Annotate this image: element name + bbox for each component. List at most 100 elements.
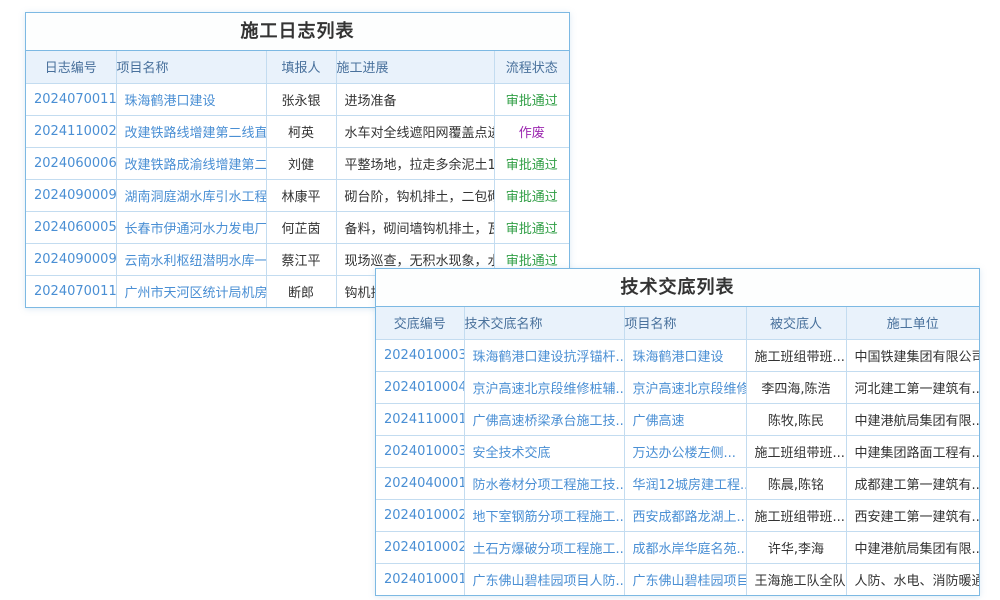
cell: 张永银 bbox=[266, 83, 336, 115]
construction-log-header-row: 日志编号项目名称填报人施工进展流程状态 bbox=[26, 51, 569, 83]
cell: 中建港航局集团有限... bbox=[846, 531, 979, 563]
cell-link[interactable]: 土石方爆破分项工程施工... bbox=[464, 531, 624, 563]
cell-link[interactable]: 2024070011 bbox=[26, 83, 116, 115]
column-header: 填报人 bbox=[266, 51, 336, 83]
column-header: 交底编号 bbox=[376, 307, 464, 339]
cell: 进场准备 bbox=[336, 83, 494, 115]
table-row: 2024060005长春市伊通河水力发电厂...何芷茵备料，砌间墙钩机排土，瓦.… bbox=[26, 211, 569, 243]
cell: 王海施工队全队 bbox=[746, 563, 846, 595]
cell-link[interactable]: 2024040001 bbox=[376, 467, 464, 499]
table-row: 2024010004京沪高速北京段维修桩辅...京沪高速北京段维修李四海,陈浩河… bbox=[376, 371, 979, 403]
cell-link[interactable]: 广佛高速桥梁承台施工技... bbox=[464, 403, 624, 435]
cell-link[interactable]: 2024090009 bbox=[26, 179, 116, 211]
cell-link[interactable]: 2024060006 bbox=[26, 147, 116, 179]
cell: 林康平 bbox=[266, 179, 336, 211]
cell-link[interactable]: 广东佛山碧桂园项目人防... bbox=[464, 563, 624, 595]
cell-link[interactable]: 2024010002 bbox=[376, 531, 464, 563]
status-cell: 审批通过 bbox=[494, 83, 569, 115]
cell: 成都建工第一建筑有... bbox=[846, 467, 979, 499]
cell: 中建集团路面工程有... bbox=[846, 435, 979, 467]
cell-link[interactable]: 2024110002 bbox=[26, 115, 116, 147]
cell-link[interactable]: 2024060005 bbox=[26, 211, 116, 243]
cell-link[interactable]: 广州市天河区统计局机房... bbox=[116, 275, 266, 307]
tech-disclosure-body: 2024010003珠海鹤港口建设抗浮锚杆...珠海鹤港口建设施工班组带班...… bbox=[376, 339, 979, 595]
cell-link[interactable]: 2024010001 bbox=[376, 563, 464, 595]
cell-link[interactable]: 湖南洞庭湖水库引水工程... bbox=[116, 179, 266, 211]
cell-link[interactable]: 安全技术交底 bbox=[464, 435, 624, 467]
cell-link[interactable]: 地下室钢筋分项工程施工... bbox=[464, 499, 624, 531]
cell-link[interactable]: 珠海鹤港口建设抗浮锚杆... bbox=[464, 339, 624, 371]
column-header: 项目名称 bbox=[116, 51, 266, 83]
cell-link[interactable]: 长春市伊通河水力发电厂... bbox=[116, 211, 266, 243]
cell: 备料，砌间墙钩机排土，瓦... bbox=[336, 211, 494, 243]
cell: 平整场地，拉走多余泥土15... bbox=[336, 147, 494, 179]
column-header: 项目名称 bbox=[624, 307, 746, 339]
table-row: 2024010003珠海鹤港口建设抗浮锚杆...珠海鹤港口建设施工班组带班...… bbox=[376, 339, 979, 371]
tech-disclosure-table: 交底编号技术交底名称项目名称被交底人施工单位 2024010003珠海鹤港口建设… bbox=[376, 307, 979, 595]
table-row: 2024110001广佛高速桥梁承台施工技...广佛高速陈牧,陈民中建港航局集团… bbox=[376, 403, 979, 435]
status-cell: 审批通过 bbox=[494, 147, 569, 179]
cell: 施工班组带班... bbox=[746, 499, 846, 531]
cell: 砌台阶，钩机排土，二包砌... bbox=[336, 179, 494, 211]
cell: 中建港航局集团有限... bbox=[846, 403, 979, 435]
column-header: 施工单位 bbox=[846, 307, 979, 339]
cell-link[interactable]: 广东佛山碧桂园项目 bbox=[624, 563, 746, 595]
column-header: 技术交底名称 bbox=[464, 307, 624, 339]
cell: 施工班组带班... bbox=[746, 435, 846, 467]
cell: 陈晨,陈铭 bbox=[746, 467, 846, 499]
column-header: 流程状态 bbox=[494, 51, 569, 83]
cell-link[interactable]: 华润12城房建工程... bbox=[624, 467, 746, 499]
status-cell: 审批通过 bbox=[494, 211, 569, 243]
cell: 何芷茵 bbox=[266, 211, 336, 243]
table-row: 2024010001广东佛山碧桂园项目人防...广东佛山碧桂园项目王海施工队全队… bbox=[376, 563, 979, 595]
cell: 水车对全线遮阳网覆盖点进... bbox=[336, 115, 494, 147]
cell: 刘健 bbox=[266, 147, 336, 179]
cell-link[interactable]: 云南水利枢纽潜明水库一... bbox=[116, 243, 266, 275]
cell-link[interactable]: 西安成都路龙湖上... bbox=[624, 499, 746, 531]
column-header: 施工进展 bbox=[336, 51, 494, 83]
cell: 蔡江平 bbox=[266, 243, 336, 275]
cell: 河北建工第一建筑有... bbox=[846, 371, 979, 403]
table-row: 2024010003安全技术交底万达办公楼左侧...施工班组带班...中建集团路… bbox=[376, 435, 979, 467]
column-header: 被交底人 bbox=[746, 307, 846, 339]
cell: 中国铁建集团有限公司 bbox=[846, 339, 979, 371]
status-cell: 审批通过 bbox=[494, 179, 569, 211]
construction-log-panel: 施工日志列表 日志编号项目名称填报人施工进展流程状态 2024070011珠海鹤… bbox=[25, 12, 570, 308]
column-header: 日志编号 bbox=[26, 51, 116, 83]
cell-link[interactable]: 成都水岸华庭名苑... bbox=[624, 531, 746, 563]
cell: 施工班组带班... bbox=[746, 339, 846, 371]
cell-link[interactable]: 2024110001 bbox=[376, 403, 464, 435]
tech-disclosure-title: 技术交底列表 bbox=[376, 269, 979, 307]
cell-link[interactable]: 广佛高速 bbox=[624, 403, 746, 435]
table-row: 2024070011珠海鹤港口建设张永银进场准备审批通过 bbox=[26, 83, 569, 115]
tech-disclosure-panel: 技术交底列表 交底编号技术交底名称项目名称被交底人施工单位 2024010003… bbox=[375, 268, 980, 596]
table-row: 2024010002地下室钢筋分项工程施工...西安成都路龙湖上...施工班组带… bbox=[376, 499, 979, 531]
cell-link[interactable]: 京沪高速北京段维修桩辅... bbox=[464, 371, 624, 403]
cell: 陈牧,陈民 bbox=[746, 403, 846, 435]
cell: 许华,李海 bbox=[746, 531, 846, 563]
table-row: 2024040001防水卷材分项工程施工技...华润12城房建工程...陈晨,陈… bbox=[376, 467, 979, 499]
cell: 断郎 bbox=[266, 275, 336, 307]
cell-link[interactable]: 2024010003 bbox=[376, 339, 464, 371]
cell-link[interactable]: 2024010002 bbox=[376, 499, 464, 531]
cell-link[interactable]: 珠海鹤港口建设 bbox=[116, 83, 266, 115]
cell-link[interactable]: 2024010004 bbox=[376, 371, 464, 403]
tech-disclosure-header-row: 交底编号技术交底名称项目名称被交底人施工单位 bbox=[376, 307, 979, 339]
cell-link[interactable]: 2024070011 bbox=[26, 275, 116, 307]
table-row: 2024060006改建铁路成渝线增建第二...刘健平整场地，拉走多余泥土15.… bbox=[26, 147, 569, 179]
cell-link[interactable]: 京沪高速北京段维修 bbox=[624, 371, 746, 403]
cell-link[interactable]: 2024090009 bbox=[26, 243, 116, 275]
cell-link[interactable]: 珠海鹤港口建设 bbox=[624, 339, 746, 371]
cell-link[interactable]: 万达办公楼左侧... bbox=[624, 435, 746, 467]
cell-link[interactable]: 2024010003 bbox=[376, 435, 464, 467]
table-row: 2024090009湖南洞庭湖水库引水工程...林康平砌台阶，钩机排土，二包砌.… bbox=[26, 179, 569, 211]
cell-link[interactable]: 改建铁路线增建第二线直... bbox=[116, 115, 266, 147]
cell-link[interactable]: 防水卷材分项工程施工技... bbox=[464, 467, 624, 499]
cell-link[interactable]: 改建铁路成渝线增建第二... bbox=[116, 147, 266, 179]
cell: 柯英 bbox=[266, 115, 336, 147]
construction-log-title: 施工日志列表 bbox=[26, 13, 569, 51]
status-cell: 作废 bbox=[494, 115, 569, 147]
table-row: 2024010002土石方爆破分项工程施工...成都水岸华庭名苑...许华,李海… bbox=[376, 531, 979, 563]
cell: 李四海,陈浩 bbox=[746, 371, 846, 403]
table-row: 2024110002改建铁路线增建第二线直...柯英水车对全线遮阳网覆盖点进..… bbox=[26, 115, 569, 147]
